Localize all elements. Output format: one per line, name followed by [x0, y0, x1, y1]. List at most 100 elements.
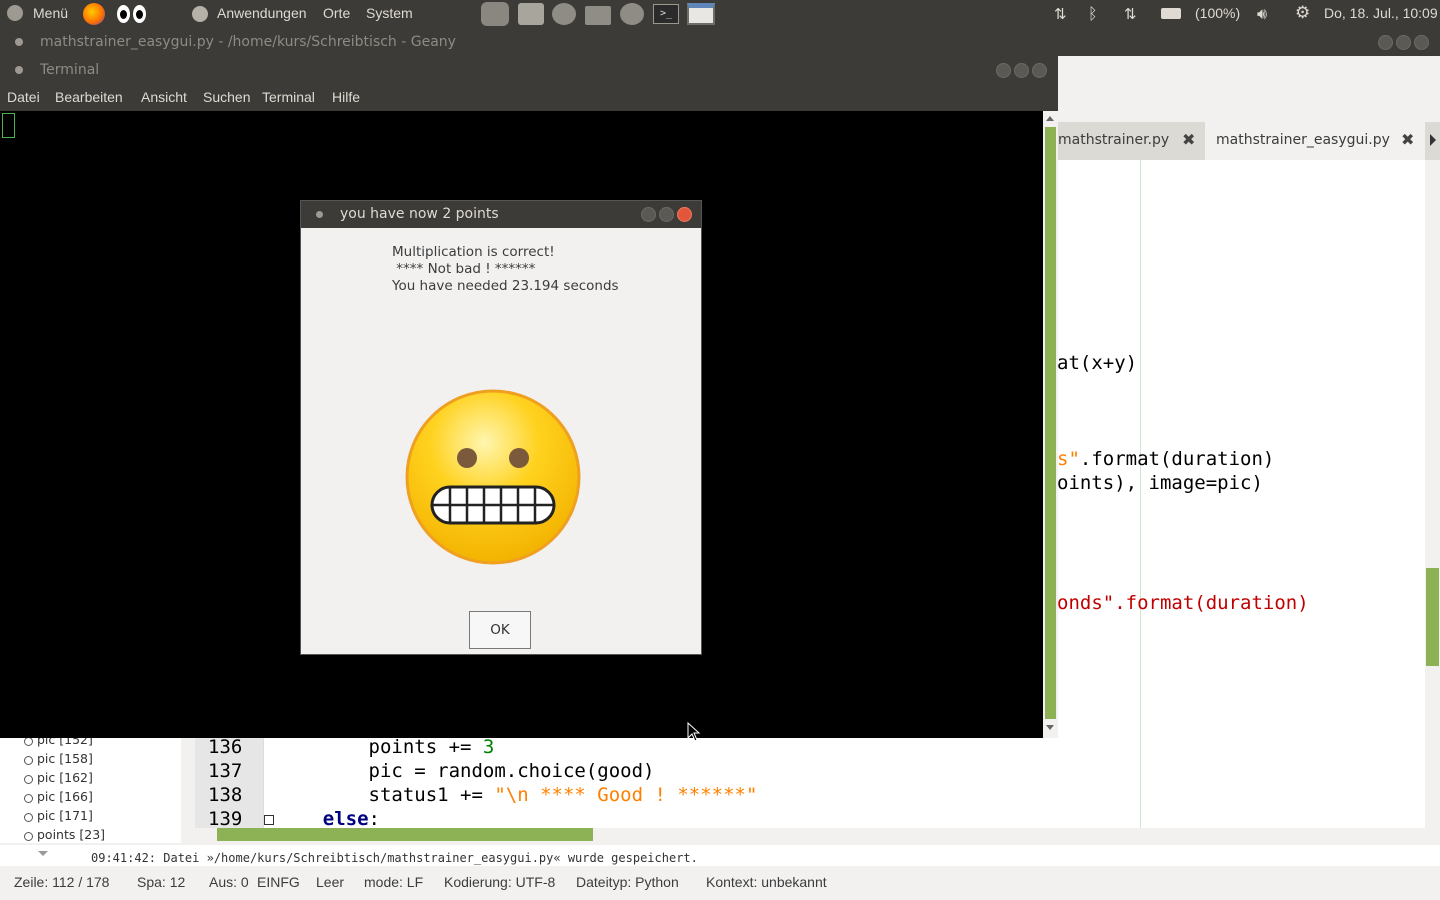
code-line: pic = random.choice(good): [277, 760, 655, 782]
battery-percent: (100%): [1195, 5, 1241, 21]
status-insert-mode: EINFG: [257, 874, 300, 890]
system-menu[interactable]: System: [366, 5, 413, 21]
files-icon[interactable]: [585, 6, 611, 25]
window-menu-icon[interactable]: [15, 66, 23, 74]
status-encoding: Kodierung: UTF-8: [444, 874, 556, 890]
scrollbar-thumb[interactable]: [1045, 127, 1056, 719]
scroll-up-icon[interactable]: [1046, 116, 1054, 121]
top-panel: Menü Anwendungen Orte System >_ ⇅ ᛒ ⇅ (1…: [0, 0, 1440, 28]
network-icon[interactable]: ⇅: [1124, 5, 1142, 23]
status-column: Spa: 12: [137, 874, 186, 890]
code-fragment: s".format(duration): [1057, 448, 1275, 470]
battery-icon[interactable]: [1161, 8, 1181, 19]
browser-icon[interactable]: [620, 3, 644, 25]
fold-toggle-icon[interactable]: [264, 815, 274, 825]
settings-gear-icon[interactable]: ⚙: [1295, 3, 1310, 23]
code-fragment: oints), image=pic): [1057, 472, 1263, 494]
bluetooth-icon[interactable]: ᛒ: [1088, 4, 1102, 23]
grimacing-face-icon: [405, 389, 581, 565]
mouse-pointer-icon: [687, 721, 701, 742]
message-log: 09:41:42: Datei »/home/kurs/Schreibtisch…: [0, 845, 1440, 866]
editor-tabs: mathstrainer.py ✖ mathstrainer_easygui.p…: [1058, 122, 1440, 160]
window-menu-icon[interactable]: [15, 38, 23, 46]
code-line: points += 3: [277, 736, 495, 758]
list-item[interactable]: pic [162]: [24, 770, 93, 785]
scroll-down-icon[interactable]: [1046, 725, 1054, 730]
maximize-button[interactable]: [659, 207, 674, 222]
log-line: 09:41:42: Datei »/home/kurs/Schreibtisch…: [91, 851, 698, 865]
menu-terminal[interactable]: Terminal: [262, 89, 315, 105]
applications-menu[interactable]: Anwendungen: [217, 5, 307, 21]
close-button[interactable]: [1414, 35, 1429, 50]
list-item[interactable]: pic [166]: [24, 789, 93, 804]
maximize-button[interactable]: [1014, 63, 1029, 78]
status-context: Kontext: unbekannt: [706, 874, 827, 890]
places-menu[interactable]: Orte: [323, 5, 350, 21]
code-line: else:: [322, 808, 380, 830]
terminal-cursor: [2, 113, 15, 138]
menu-hilfe[interactable]: Hilfe: [332, 89, 360, 105]
line-number: 139: [208, 808, 243, 830]
window-launcher-icon[interactable]: [687, 3, 715, 25]
scrollbar-thumb[interactable]: [1426, 568, 1439, 666]
printer-icon[interactable]: [518, 3, 544, 25]
list-item[interactable]: points [23]: [24, 827, 105, 842]
dialog-message-line: You have needed 23.194 seconds: [392, 278, 619, 294]
terminal-scrollbar[interactable]: [1043, 111, 1058, 738]
window-menu-icon[interactable]: [316, 211, 323, 218]
menu-datei[interactable]: Datei: [7, 89, 40, 105]
editor-horizontal-scrollbar[interactable]: [195, 828, 1425, 841]
terminal-menubar: Datei Bearbeiten Ansicht Suchen Terminal…: [0, 84, 1058, 111]
log-scroll-down-icon[interactable]: [38, 851, 48, 856]
close-button[interactable]: [1032, 63, 1047, 78]
geany-window-title: mathstrainer_easygui.py - /home/kurs/Sch…: [40, 34, 456, 50]
status-line: Zeile: 112 / 178: [14, 874, 110, 890]
list-item[interactable]: pic [158]: [24, 751, 93, 766]
firefox-launcher-icon[interactable]: [552, 3, 576, 25]
list-item[interactable]: pic [171]: [24, 808, 93, 823]
status-selection: Aus: 0: [209, 874, 249, 890]
terminal-launcher-icon[interactable]: >_: [653, 4, 679, 24]
message-dialog: you have now 2 points Multiplication is …: [300, 200, 702, 655]
dialog-title: you have now 2 points: [340, 206, 499, 222]
tab-close-icon[interactable]: ✖: [1182, 130, 1195, 149]
tab-label: mathstrainer.py: [1058, 132, 1170, 148]
clock[interactable]: Do, 18. Jul., 10:09: [1324, 5, 1438, 21]
dialog-titlebar[interactable]: you have now 2 points: [301, 201, 701, 228]
network-transfer-icon[interactable]: ⇅: [1054, 5, 1072, 23]
menu-bearbeiten[interactable]: Bearbeiten: [55, 89, 123, 105]
menu-button[interactable]: Menü: [33, 5, 68, 21]
status-indent: Leer: [316, 874, 345, 890]
line-number: 138: [208, 784, 243, 806]
menu-suchen[interactable]: Suchen: [203, 89, 250, 105]
terminal-titlebar[interactable]: Terminal: [0, 56, 1058, 84]
close-button[interactable]: [677, 207, 692, 222]
minimize-button[interactable]: [996, 63, 1011, 78]
menu-ansicht[interactable]: Ansicht: [141, 89, 187, 105]
line-number: 136: [208, 736, 243, 758]
sidebar-scrollbar[interactable]: [181, 738, 195, 843]
tabs-scroll-right-icon[interactable]: [1430, 134, 1436, 146]
editor-vertical-scrollbar[interactable]: [1425, 160, 1440, 828]
firefox-icon[interactable]: [83, 3, 105, 25]
ok-button[interactable]: OK: [469, 611, 531, 649]
gnome-foot-icon: [192, 6, 208, 22]
tab-mathstrainer[interactable]: mathstrainer.py ✖: [1058, 122, 1204, 160]
scrollbar-thumb[interactable]: [217, 828, 593, 841]
terminal-title: Terminal: [40, 62, 100, 78]
geany-titlebar[interactable]: mathstrainer_easygui.py - /home/kurs/Sch…: [0, 28, 1440, 56]
maximize-button[interactable]: [1396, 35, 1411, 50]
code-fragment: at(x+y): [1057, 352, 1138, 374]
dialog-message-line: **** Not bad ! ******: [392, 261, 536, 277]
mint-menu-icon[interactable]: [7, 5, 23, 21]
code-line: status1 += "\n **** Good ! ******": [277, 784, 758, 806]
eyes-applet-icon[interactable]: [117, 5, 147, 23]
gimp-icon[interactable]: [481, 2, 509, 26]
line-number: 137: [208, 760, 243, 782]
minimize-button[interactable]: [641, 207, 656, 222]
tab-close-icon[interactable]: ✖: [1401, 130, 1414, 149]
volume-icon[interactable]: 🔊︎: [1257, 4, 1267, 24]
tab-mathstrainer-easygui[interactable]: mathstrainer_easygui.py ✖: [1205, 122, 1425, 160]
minimize-button[interactable]: [1378, 35, 1393, 50]
dialog-message-line: Multiplication is correct!: [392, 244, 555, 260]
